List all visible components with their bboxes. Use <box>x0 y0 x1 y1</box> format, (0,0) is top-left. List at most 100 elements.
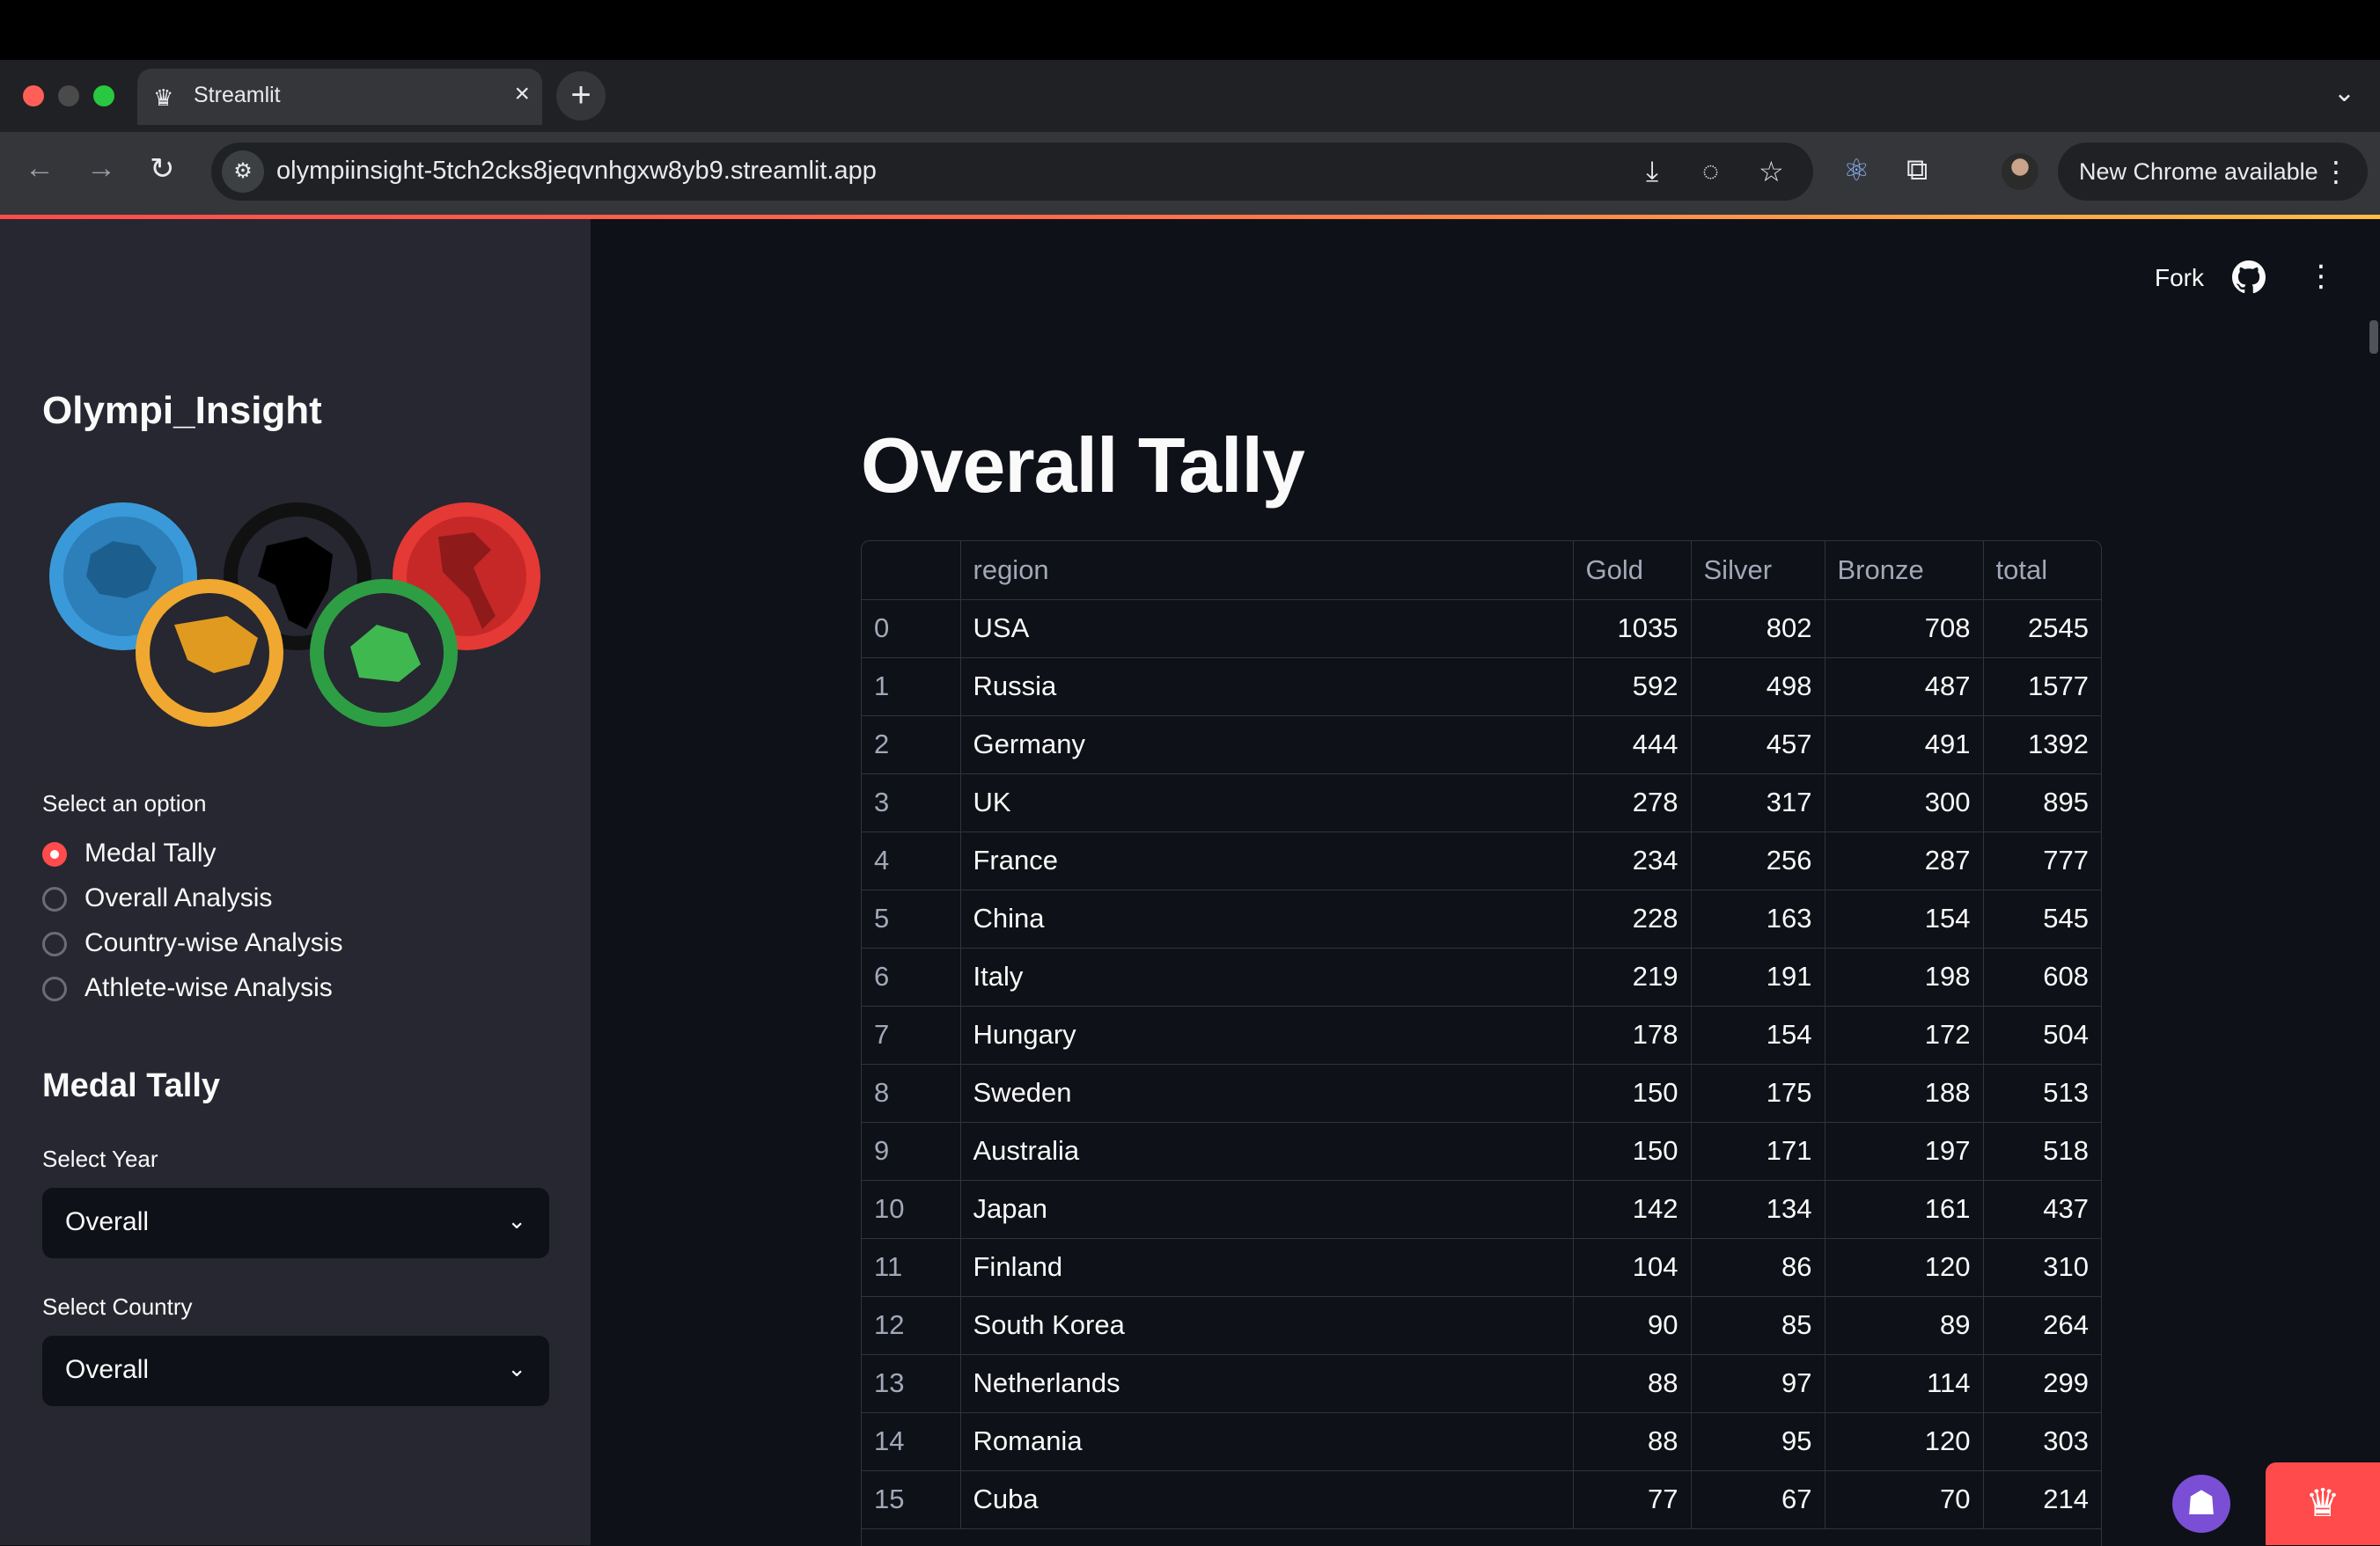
table-row[interactable]: 13 Netherlands 88 97 114 299 <box>862 1354 2101 1413</box>
gold-cell[interactable]: 592 <box>1573 657 1692 716</box>
gold-cell[interactable]: 178 <box>1573 1006 1692 1065</box>
gold-cell[interactable]: 150 <box>1573 1064 1692 1123</box>
region-cell[interactable]: Netherlands <box>960 1354 1574 1413</box>
total-cell[interactable]: 608 <box>1983 948 2101 1007</box>
total-cell[interactable]: 504 <box>1983 1006 2101 1065</box>
minimize-window-button[interactable] <box>58 85 79 106</box>
row-index[interactable]: 7 <box>862 1006 961 1065</box>
silver-cell[interactable]: 67 <box>1691 1470 1825 1529</box>
country-select[interactable]: Overall ⌄ <box>42 1336 549 1406</box>
column-header-index[interactable] <box>862 541 961 600</box>
row-index[interactable]: 11 <box>862 1238 961 1297</box>
table-row[interactable]: 0 USA 1035 802 708 2545 <box>862 599 2101 658</box>
bronze-cell[interactable]: 300 <box>1825 773 1984 832</box>
total-cell[interactable]: 264 <box>1983 1296 2101 1355</box>
fork-button[interactable]: Fork <box>2155 264 2204 292</box>
row-index[interactable]: 13 <box>862 1354 961 1413</box>
total-cell[interactable]: 299 <box>1983 1354 2101 1413</box>
close-tab-icon[interactable]: × <box>514 79 530 109</box>
gold-cell[interactable]: 228 <box>1573 890 1692 949</box>
region-cell[interactable]: China <box>960 890 1574 949</box>
extensions-puzzle-icon[interactable]: ⧉ <box>1906 153 1928 187</box>
row-index[interactable]: 4 <box>862 832 961 890</box>
silver-cell[interactable]: 95 <box>1691 1412 1825 1471</box>
total-cell[interactable]: 895 <box>1983 773 2101 832</box>
back-arrow-icon[interactable]: ← <box>25 151 55 186</box>
table-row[interactable]: 15 Cuba 77 67 70 214 <box>862 1470 2101 1529</box>
table-row[interactable]: 10 Japan 142 134 161 437 <box>862 1180 2101 1239</box>
bookmark-star-icon[interactable]: ☆ <box>1759 155 1784 188</box>
total-cell[interactable]: 518 <box>1983 1122 2101 1181</box>
address-bar[interactable]: ⚙ olympiinsight-5tch2cks8jeqvnhgxw8yb9.s… <box>211 143 1813 201</box>
region-cell[interactable]: Hungary <box>960 1006 1574 1065</box>
github-icon[interactable] <box>2232 260 2266 294</box>
region-cell[interactable]: Australia <box>960 1122 1574 1181</box>
url-text[interactable]: olympiinsight-5tch2cks8jeqvnhgxw8yb9.str… <box>276 157 877 186</box>
silver-cell[interactable]: 134 <box>1691 1180 1825 1239</box>
row-index[interactable]: 6 <box>862 948 961 1007</box>
row-index[interactable]: 2 <box>862 715 961 774</box>
bronze-cell[interactable]: 120 <box>1825 1238 1984 1297</box>
gold-cell[interactable]: 88 <box>1573 1354 1692 1413</box>
bronze-cell[interactable]: 120 <box>1825 1412 1984 1471</box>
row-index[interactable]: 12 <box>862 1296 961 1355</box>
table-row[interactable]: 11 Finland 104 86 120 310 <box>862 1238 2101 1297</box>
gold-cell[interactable]: 1035 <box>1573 599 1692 658</box>
column-header-silver[interactable]: Silver <box>1691 541 1825 600</box>
bronze-cell[interactable]: 487 <box>1825 657 1984 716</box>
region-cell[interactable]: UK <box>960 773 1574 832</box>
table-row[interactable]: 1 Russia 592 498 487 1577 <box>862 657 2101 716</box>
total-cell[interactable]: 303 <box>1983 1412 2101 1471</box>
table-row[interactable]: 7 Hungary 178 154 172 504 <box>862 1006 2101 1065</box>
total-cell[interactable]: 545 <box>1983 890 2101 949</box>
bronze-cell[interactable]: 154 <box>1825 890 1984 949</box>
column-header-total[interactable]: total <box>1983 541 2101 600</box>
silver-cell[interactable]: 191 <box>1691 948 1825 1007</box>
row-index[interactable]: 8 <box>862 1064 961 1123</box>
total-cell[interactable]: 214 <box>1983 1470 2101 1529</box>
medal-table[interactable]: region Gold Silver Bronze total 0 USA 1035… <box>861 540 2102 1546</box>
column-header-region[interactable]: region <box>960 541 1574 600</box>
assistant-bot-icon[interactable]: ☗ <box>2172 1475 2230 1533</box>
silver-cell[interactable]: 97 <box>1691 1354 1825 1413</box>
browser-tab[interactable]: ♛ Streamlit × <box>137 69 542 125</box>
gold-cell[interactable]: 278 <box>1573 773 1692 832</box>
table-row[interactable]: 8 Sweden 150 175 188 513 <box>862 1064 2101 1123</box>
react-devtools-icon[interactable]: ⚛ <box>1843 153 1869 188</box>
silver-cell[interactable]: 802 <box>1691 599 1825 658</box>
bronze-cell[interactable]: 198 <box>1825 948 1984 1007</box>
row-index[interactable]: 0 <box>862 599 961 658</box>
row-index[interactable]: 9 <box>862 1122 961 1181</box>
tab-search-chevron-icon[interactable]: ⌄ <box>2333 77 2355 108</box>
total-cell[interactable]: 2545 <box>1983 599 2101 658</box>
bronze-cell[interactable]: 114 <box>1825 1354 1984 1413</box>
table-row[interactable]: 12 South Korea 90 85 89 264 <box>862 1296 2101 1355</box>
silver-cell[interactable]: 154 <box>1691 1006 1825 1065</box>
gold-cell[interactable]: 77 <box>1573 1470 1692 1529</box>
bronze-cell[interactable]: 70 <box>1825 1470 1984 1529</box>
total-cell[interactable]: 1392 <box>1983 715 2101 774</box>
manage-app-button[interactable]: ♛ <box>2266 1462 2380 1545</box>
gold-cell[interactable]: 142 <box>1573 1180 1692 1239</box>
column-header-gold[interactable]: Gold <box>1573 541 1692 600</box>
table-row[interactable]: 6 Italy 219 191 198 608 <box>862 948 2101 1007</box>
year-select[interactable]: Overall ⌄ <box>42 1188 549 1258</box>
silver-cell[interactable]: 457 <box>1691 715 1825 774</box>
region-cell[interactable]: USA <box>960 599 1574 658</box>
close-window-button[interactable] <box>23 85 44 106</box>
gold-cell[interactable]: 234 <box>1573 832 1692 890</box>
region-cell[interactable]: France <box>960 832 1574 890</box>
profile-avatar[interactable] <box>2002 153 2038 190</box>
region-cell[interactable]: Cuba <box>960 1470 1574 1529</box>
install-app-icon[interactable]: ⤓ <box>1646 155 1658 188</box>
reload-icon[interactable]: ↻ <box>150 151 175 187</box>
row-index[interactable]: 10 <box>862 1180 961 1239</box>
gold-cell[interactable]: 104 <box>1573 1238 1692 1297</box>
new-chrome-available-button[interactable]: New Chrome available ⋮ <box>2058 143 2368 201</box>
bronze-cell[interactable]: 172 <box>1825 1006 1984 1065</box>
total-cell[interactable]: 310 <box>1983 1238 2101 1297</box>
bronze-cell[interactable]: 161 <box>1825 1180 1984 1239</box>
bronze-cell[interactable]: 708 <box>1825 599 1984 658</box>
silver-cell[interactable]: 317 <box>1691 773 1825 832</box>
region-cell[interactable]: Finland <box>960 1238 1574 1297</box>
